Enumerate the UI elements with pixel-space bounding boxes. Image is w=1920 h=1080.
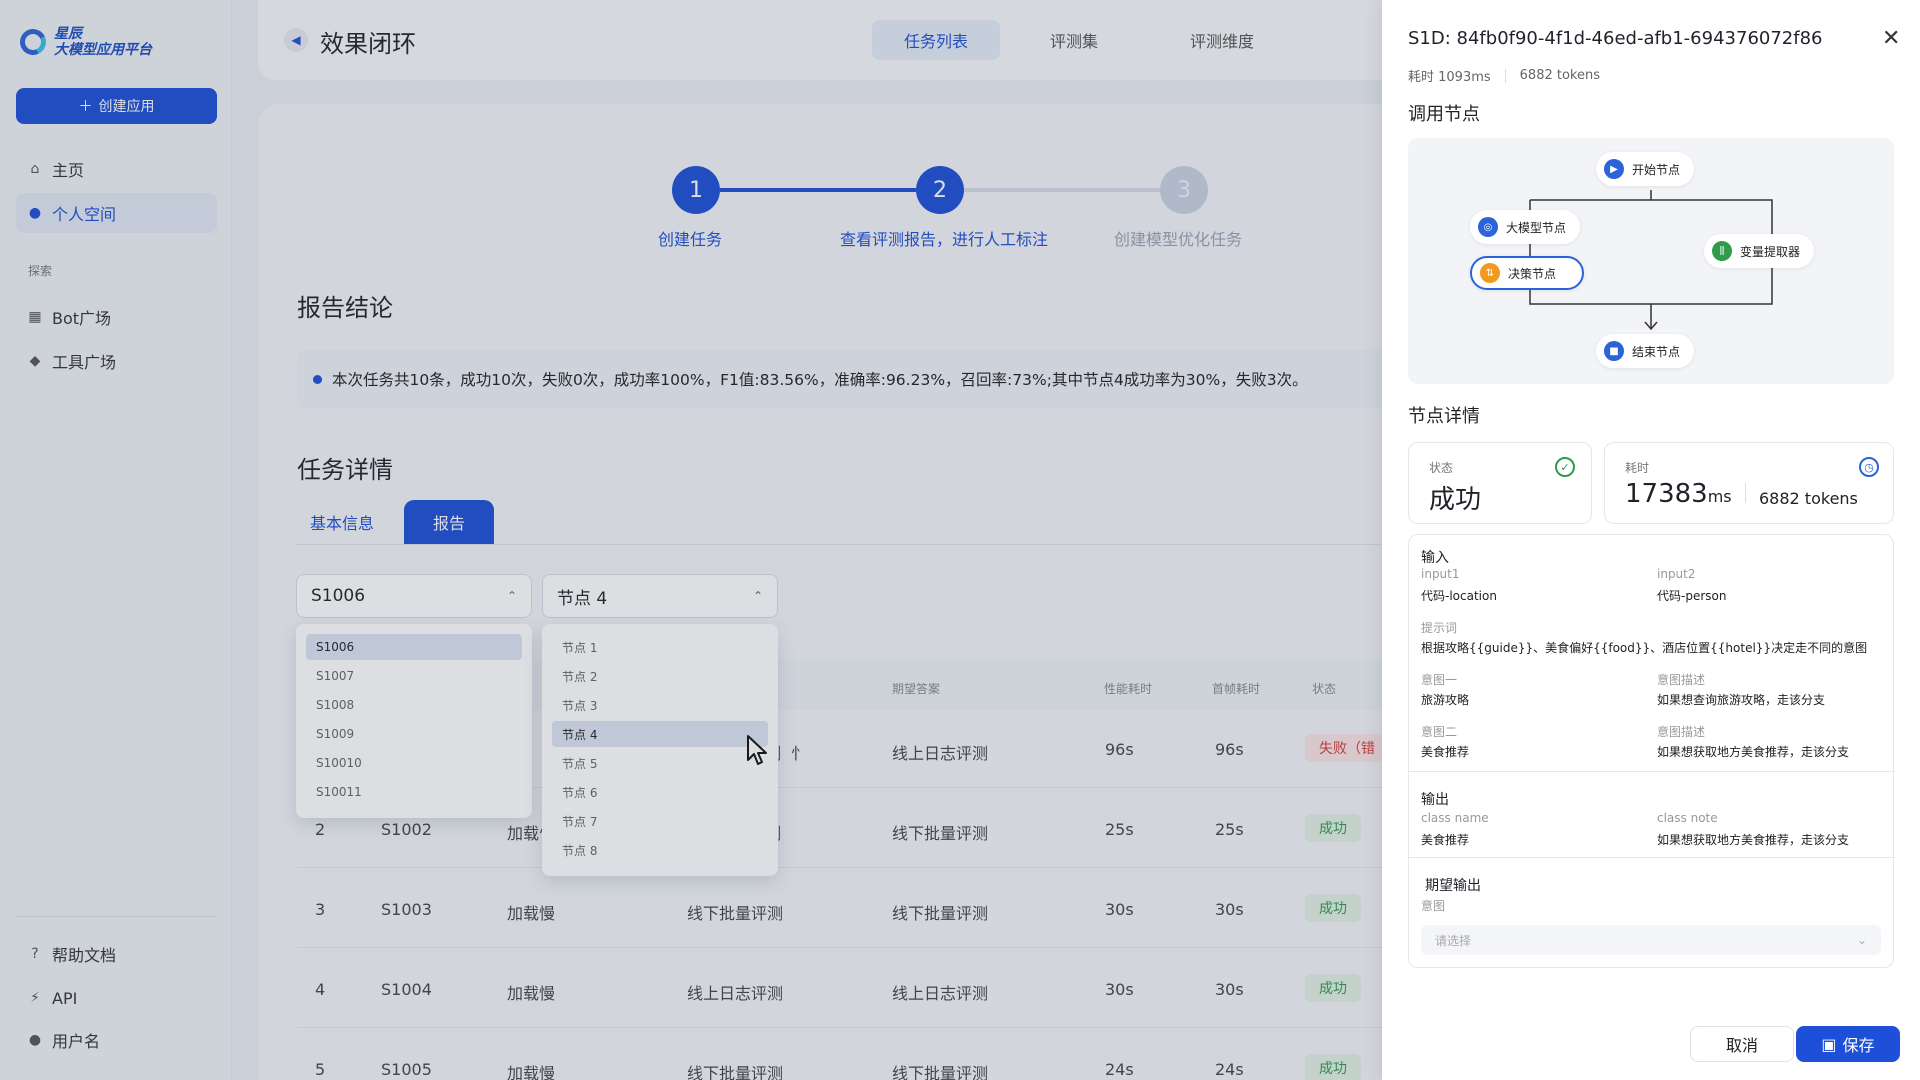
flow-node-extractor-label: 变量提取器 [1740,244,1801,259]
flow-node-llm-label: 大模型节点 [1506,220,1567,235]
extractor-icon: ⫼ [1712,241,1732,261]
input1-label: input1 [1421,567,1460,581]
intent2-label: 意图二 [1421,725,1458,739]
intent1-label: 意图一 [1421,673,1458,687]
intent-label: 意图 [1421,899,1446,913]
stop-icon: ■ [1604,341,1624,361]
prompt-label: 提示词 [1421,621,1458,635]
flow-diagram: ▶ 开始节点 ◎ 大模型节点 ⇅ 决策节点 ⫼ 变量提取器 ■ 结束节点 [1408,138,1894,384]
section-divider [1409,771,1895,772]
input-title: 输入 [1421,550,1449,566]
clock-icon: ◷ [1859,457,1879,477]
status-value: 成功 [1429,485,1482,515]
llm-icon: ◎ [1478,217,1498,237]
intent1-value: 旅游攻略 [1421,693,1470,707]
panel-meta: 耗时 1093ms 6882 tokens [1408,66,1600,85]
input1-value: 代码-location [1421,589,1497,603]
save-icon: ▣ [1821,1034,1837,1054]
play-icon: ▶ [1604,159,1624,179]
intent-select[interactable]: 请选择 ⌄ [1421,925,1881,955]
meta-tokens: 6882 tokens [1519,68,1600,83]
meta-separator [1504,68,1506,83]
section-divider [1409,857,1895,858]
flow-node-llm[interactable]: ◎ 大模型节点 [1470,210,1581,244]
time-number: 17383 [1625,479,1708,509]
save-button[interactable]: ▣ 保存 [1796,1026,1900,1062]
intent2-desc-value: 如果想获取地方美食推荐，走该分支 [1657,745,1850,759]
time-label: 耗时 [1625,461,1650,475]
intent-select-placeholder: 请选择 [1435,933,1472,948]
prompt-value: 根据攻略{{guide}}、美食偏好{{food}}、酒店位置{{hotel}}… [1421,641,1868,655]
expected-output-title: 期望输出 [1425,878,1481,894]
time-unit: ms [1707,487,1732,506]
time-tokens: 6882 tokens [1759,489,1858,508]
time-card: 耗时 17383ms 6882 tokens ◷ [1604,442,1894,524]
flow-node-end[interactable]: ■ 结束节点 [1596,334,1695,368]
status-label: 状态 [1429,461,1454,475]
intent1-desc-value: 如果想查询旅游攻略，走该分支 [1657,693,1826,707]
flow-node-extractor[interactable]: ⫼ 变量提取器 [1704,234,1815,268]
flow-node-decision-label: 决策节点 [1508,266,1557,281]
flow-node-start-label: 开始节点 [1632,162,1681,177]
intent1-desc-label: 意图描述 [1657,673,1706,687]
call-nodes-title: 调用节点 [1408,104,1480,125]
time-value: 17383ms [1625,479,1732,509]
node-detail-title: 节点详情 [1408,406,1480,427]
input2-label: input2 [1657,567,1696,581]
chevron-down-icon: ⌄ [1856,933,1867,947]
intent2-value: 美食推荐 [1421,745,1470,759]
intent2-desc-label: 意图描述 [1657,725,1706,739]
modal-overlay[interactable] [0,0,1382,1080]
panel-title: S1D: 84fb0f90-4f1d-46ed-afb1-694376072f8… [1408,28,1823,49]
meta-time: 耗时 1093ms [1408,70,1491,85]
save-label: 保存 [1842,1036,1875,1055]
flow-node-start[interactable]: ▶ 开始节点 [1596,152,1695,186]
close-icon[interactable]: ✕ [1882,26,1900,51]
flow-node-decision[interactable]: ⇅ 决策节点 [1470,256,1584,290]
trace-detail-panel: S1D: 84fb0f90-4f1d-46ed-afb1-694376072f8… [1382,0,1920,1080]
decision-icon: ⇅ [1480,263,1500,283]
class-note-value: 如果想获取地方美食推荐，走该分支 [1657,833,1850,847]
time-separator [1745,483,1746,503]
class-name-value: 美食推荐 [1421,833,1470,847]
input2-value: 代码-person [1657,589,1727,603]
flow-node-end-label: 结束节点 [1632,344,1681,359]
output-title: 输出 [1421,792,1449,808]
node-io-detail: 输入 input1 代码-location input2 代码-person 提… [1408,534,1895,968]
cancel-button[interactable]: 取消 [1690,1026,1794,1062]
class-name-label: class name [1421,811,1489,825]
check-circle-icon: ✓ [1555,457,1575,477]
status-card: 状态 成功 ✓ [1408,442,1592,524]
class-note-label: class note [1657,811,1718,825]
